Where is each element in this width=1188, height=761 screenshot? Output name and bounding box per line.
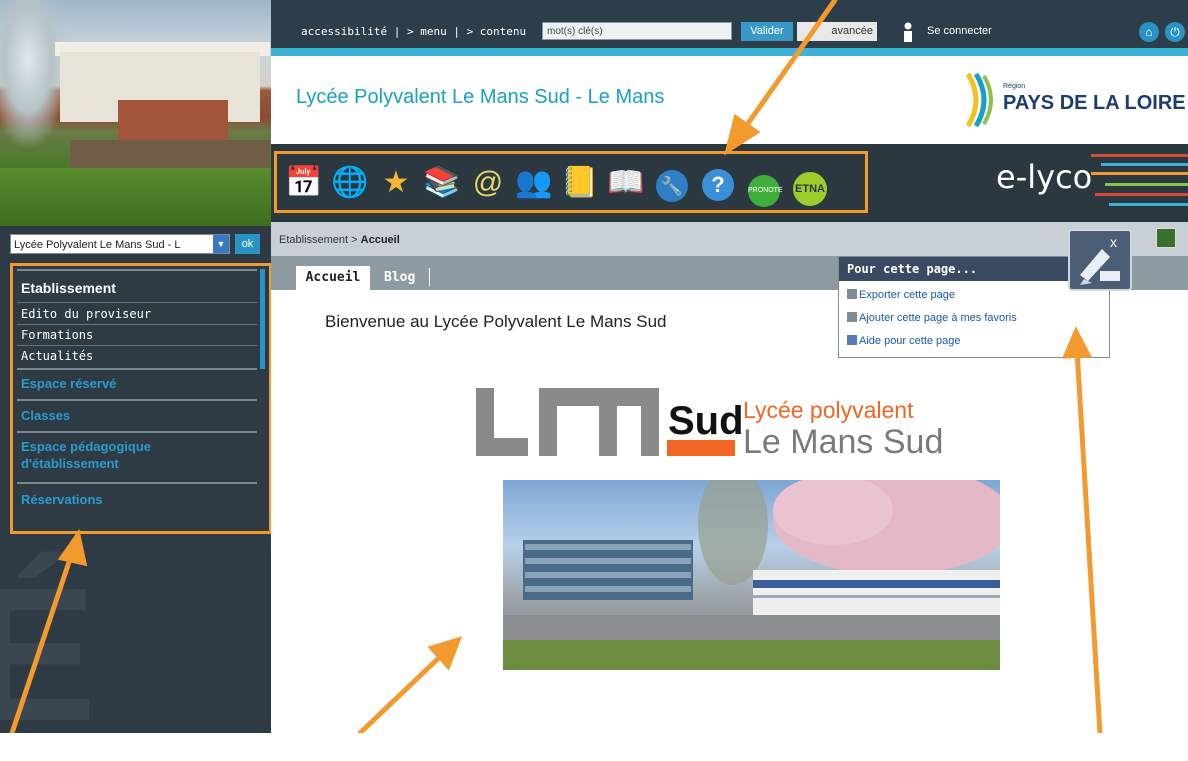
region-logo[interactable]: Région PAYS DE LA LOIRE — [966, 70, 1186, 130]
sidebar-item-classes[interactable]: Classes — [21, 407, 70, 424]
edit-page-icon[interactable]: x — [1068, 229, 1132, 291]
region-label: Région — [1003, 83, 1026, 90]
breadcrumb-separator: > — [351, 234, 358, 246]
search-submit-button[interactable]: Valider — [741, 22, 793, 41]
directory-icon[interactable]: 👥 — [515, 162, 553, 204]
breadcrumb-current: Accueil — [360, 234, 400, 246]
accent-strip — [271, 48, 1188, 56]
fullscreen-icon[interactable] — [1156, 228, 1176, 248]
sidebar-item-etablissement[interactable]: Etablissement — [21, 280, 116, 296]
notebook-icon[interactable]: 📒 — [561, 162, 599, 204]
textbook-icon[interactable]: 📖 — [607, 162, 645, 204]
etna-icon[interactable]: ETNA — [791, 162, 829, 208]
school-photo — [0, 0, 271, 226]
power-icon[interactable]: ⏻ — [1165, 22, 1185, 42]
webmail-icon[interactable]: @ — [469, 162, 507, 204]
logo-sud: Sud — [668, 399, 744, 443]
calendar-icon[interactable]: 📅 — [285, 162, 323, 204]
sidebar-item-edito[interactable]: Edito du proviseur — [21, 307, 151, 321]
breadcrumb-parent[interactable]: Etablissement — [279, 234, 348, 246]
page-help-label: Aide pour cette page — [859, 335, 961, 347]
favorite-icon — [847, 312, 857, 322]
favorites-star-icon[interactable]: ★ — [377, 162, 415, 204]
sidebar-item-espace-pedagogique[interactable]: Espace pédagogique d'établissement — [21, 438, 201, 472]
close-icon: x — [1110, 234, 1117, 250]
add-favorite-link[interactable]: Ajouter cette page à mes favoris — [847, 312, 1017, 324]
sidebar-item-reservations[interactable]: Réservations — [21, 491, 103, 508]
resources-icon[interactable]: 📚 — [423, 162, 461, 204]
school-title[interactable]: Lycée Polyvalent Le Mans Sud - Le Mans — [296, 86, 664, 109]
user-icon — [904, 22, 912, 42]
elyco-brand: e-lyco — [996, 158, 1093, 196]
accessibility-links[interactable]: accessibilité | > menu | > contenu — [301, 25, 526, 38]
logo-line1: Lycée polyvalent — [743, 397, 914, 423]
sidebar-scrollbar[interactable] — [260, 269, 265, 369]
lms-logo: Sud Lycée polyvalent Le Mans Sud — [476, 388, 943, 461]
lm-letters — [476, 388, 659, 456]
tab-separator — [429, 268, 430, 286]
site-header: Lycée Polyvalent Le Mans Sud - Le Mans R… — [271, 56, 1188, 144]
tools-band: 📅 🌐 ★ 📚 @ 👥 📒 📖 🔧 ? PRONOTE ETNA e-lyco — [271, 144, 1188, 222]
mail-icon[interactable]: 🌐 — [331, 162, 369, 204]
help-small-icon — [847, 335, 857, 345]
pronote-icon[interactable]: PRONOTE — [745, 162, 783, 207]
tools-icon[interactable]: 🔧 — [653, 162, 691, 204]
advanced-search-button[interactable]: avancée — [797, 22, 877, 41]
breadcrumb-bar: Etablissement > Accueil — [271, 222, 1188, 256]
logo-line2: Le Mans Sud — [743, 423, 943, 461]
search-input[interactable]: mot(s) clé(s) — [542, 22, 732, 40]
add-favorite-label: Ajouter cette page à mes favoris — [859, 312, 1017, 324]
top-bar: accessibilité | > menu | > contenu mot(s… — [271, 0, 1188, 48]
school-select-value: Lycée Polyvalent Le Mans Sud - L — [14, 239, 181, 251]
tools-toolbar: 📅 🌐 ★ 📚 @ 👥 📒 📖 🔧 ? PRONOTE ETNA — [274, 151, 868, 213]
background-e-logo: É — [0, 549, 97, 761]
page-help-link[interactable]: Aide pour cette page — [847, 335, 961, 347]
home-icon[interactable]: ⌂ — [1139, 22, 1159, 42]
chevron-down-icon: ▼ — [213, 235, 229, 253]
region-name: PAYS DE LA LOIRE — [1003, 92, 1186, 114]
brand-lines-decoration — [1091, 154, 1188, 206]
sidebar-item-actualites[interactable]: Actualités — [21, 349, 93, 363]
welcome-heading: Bienvenue au Lycée Polyvalent Le Mans Su… — [325, 312, 667, 331]
tab-accueil[interactable]: Accueil — [296, 266, 370, 290]
school-selector: Lycée Polyvalent Le Mans Sud - L ▼ ok — [10, 234, 260, 256]
campus-photo — [503, 480, 1000, 670]
ok-button[interactable]: ok — [235, 234, 260, 254]
login-link[interactable]: Se connecter — [927, 25, 992, 37]
export-page-link[interactable]: Exporter cette page — [847, 289, 955, 301]
sidebar-nav: Etablissement Edito du proviseur Formati… — [10, 263, 272, 534]
region-mark-icon — [966, 72, 993, 128]
tab-blog[interactable]: Blog — [384, 270, 415, 285]
sidebar-item-espace-reserve[interactable]: Espace réservé — [21, 375, 116, 392]
export-icon — [847, 289, 857, 299]
breadcrumb: Etablissement > Accueil — [279, 234, 400, 246]
school-select[interactable]: Lycée Polyvalent Le Mans Sud - L ▼ — [10, 234, 230, 254]
sidebar-item-formations[interactable]: Formations — [21, 328, 93, 342]
export-page-label: Exporter cette page — [859, 289, 956, 301]
help-icon[interactable]: ? — [699, 162, 737, 204]
